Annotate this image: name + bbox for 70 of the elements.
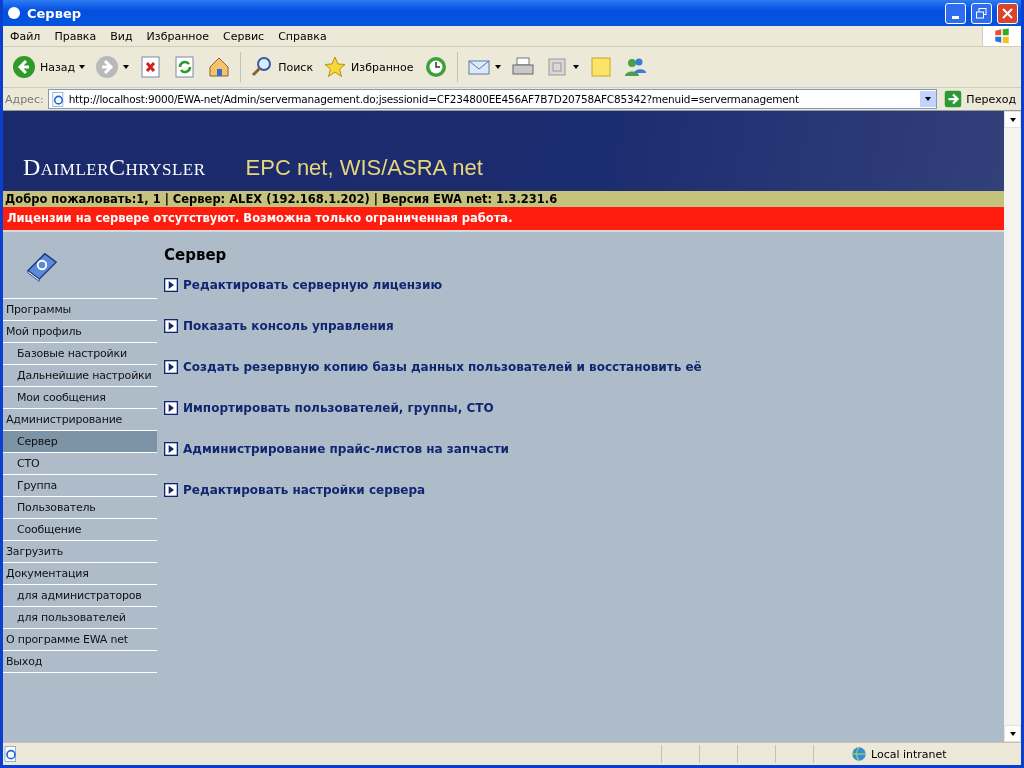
product-title: EPC net, WIS/ASRA net [245,155,483,181]
menu-item[interactable]: Избранное [139,29,217,43]
sidebar-item[interactable]: Сообщение [3,519,157,541]
play-arrow-icon [164,277,178,292]
action-link[interactable]: Администрирование прайс-листов на запчасти [183,441,509,456]
sidebar-item[interactable]: для администраторов [3,585,157,607]
info-bar: Добро пожаловать:1, 1 | Сервер: ALEX (192.168.1.202) | Версия EWA net: 1.3.231.6 [3,191,1004,207]
caret-icon [79,65,86,69]
address-field[interactable]: http://localhost:9000/EWA-net/Admin/servermanagement.do;jsessionid=CF234800EE456AF7B7D20758AFC85342?menuid=servermanagement [47,89,938,109]
action-link[interactable]: Создать резервную копию базы данных пользователей и восстановить её [183,359,702,374]
caret-icon [1009,731,1016,736]
caret-icon [1009,117,1016,122]
zone-label: Local intranet [871,747,948,761]
logo-text: DaimlerChrysler [23,154,206,181]
page-icon [50,91,66,107]
warning-bar: Лицензии на сервере отсутствуют. Возможна только ограниченная работа. [3,207,1004,232]
sidebar-item[interactable]: Выход [3,651,157,673]
sidebar-item[interactable]: Мой профиль [3,321,157,343]
window-title: Сервер [27,5,82,21]
page-icon [3,746,19,762]
caret-icon [123,65,130,69]
network-globe-icon [851,746,867,762]
page-title: Сервер [164,246,228,264]
maximize-icon [976,7,987,19]
sidebar-item[interactable]: Программы [3,299,157,321]
play-arrow-icon [164,318,178,333]
sidebar-item[interactable]: Сервер [3,431,157,453]
favorites-button[interactable]: Избранное [320,53,417,81]
sidebar-item[interactable]: Дальнейшие настройки [3,365,157,387]
sidebar-item[interactable]: Базовые настройки [3,343,157,365]
windows-flag-icon [993,27,1011,45]
home-icon [207,55,232,79]
menu-item[interactable]: Сервис [216,29,272,43]
maximize-button[interactable] [971,2,992,24]
caret-icon [925,97,932,101]
sidebar-item[interactable]: Загрузить [3,541,157,563]
go-arrow-icon [944,90,963,108]
action-link[interactable]: Редактировать настройки сервера [183,482,426,497]
close-icon [1002,7,1013,19]
sidebar-item[interactable]: Группа [3,475,157,497]
sidebar-item[interactable]: Пользователь [3,497,157,519]
action-link[interactable]: Показать консоль управления [183,318,394,333]
sidebar-item[interactable]: Мои сообщения [3,387,157,409]
menu-item[interactable]: Правка [47,29,104,43]
play-arrow-icon [164,359,178,374]
menu-item[interactable]: Файл [3,29,48,43]
play-arrow-icon [164,400,178,415]
caret-icon [572,65,579,69]
menu-item[interactable]: Справка [271,29,334,43]
back-button[interactable]: Назад [9,53,89,81]
play-arrow-icon [164,482,178,497]
sticky-note-icon [588,55,613,79]
star-icon [323,55,348,79]
search-button[interactable]: Поиск [247,53,317,81]
scrollbar[interactable] [1004,111,1021,742]
sidebar-item[interactable]: СТО [3,453,157,475]
close-button[interactable] [997,2,1018,24]
sidebar-item[interactable]: для пользователей [3,607,157,629]
minimize-button[interactable] [945,2,966,24]
caret-icon [494,65,501,69]
action-link[interactable]: Редактировать серверную лицензию [183,277,443,292]
minimize-icon [952,15,959,19]
play-arrow-icon [164,441,178,456]
address-label: Адрес: [5,92,44,106]
action-link[interactable]: Импортировать пользователей, группы, СТО [183,400,494,415]
sidebar-item[interactable]: О программе EWA net [3,629,157,651]
go-button[interactable]: Переход [941,90,1019,108]
history-clock-icon [423,55,448,79]
sidebar-item[interactable]: Документация [3,563,157,585]
menu-item[interactable]: Вид [103,29,140,43]
